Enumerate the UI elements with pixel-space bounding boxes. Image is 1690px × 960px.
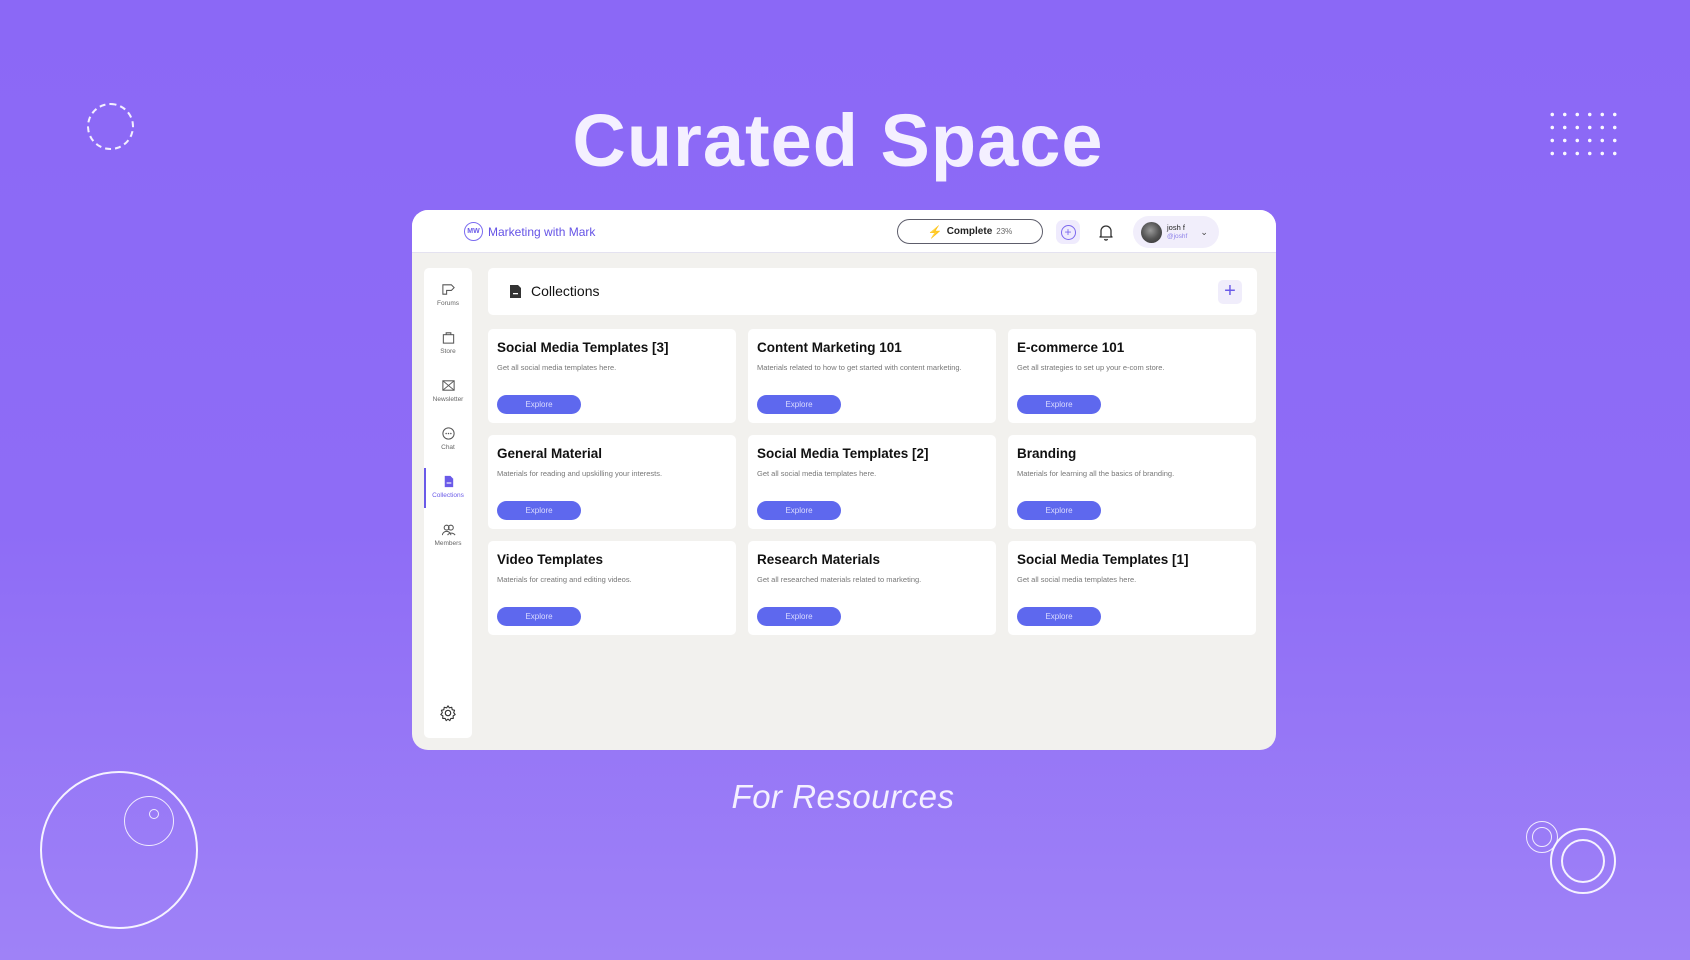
collections-grid: Social Media Templates [3] Get all socia… [488, 329, 1257, 635]
card-description: Materials for creating and editing video… [497, 575, 632, 584]
chat-bubble-icon [441, 427, 455, 440]
collections-icon [510, 285, 521, 298]
collection-card: Video Templates Materials for creating a… [488, 541, 736, 635]
sidebar-item-label: Chat [441, 444, 455, 451]
card-title: Social Media Templates [2] [757, 446, 929, 461]
card-title: Video Templates [497, 552, 604, 567]
card-description: Materials for learning all the basics of… [1017, 469, 1175, 478]
decorative-ring-small-inner [1532, 827, 1552, 847]
sidebar-item-label: Members [434, 540, 462, 547]
sidebar-item-members[interactable]: Members [424, 522, 472, 566]
completion-label: Complete [946, 226, 993, 237]
sidebar-item-newsletter[interactable]: Newsletter [424, 378, 472, 422]
megaphone-icon [441, 284, 455, 295]
explore-button[interactable]: Explore [757, 501, 841, 520]
top-bar: MW Marketing with Mark ⚡ Complete 23% + … [412, 210, 1276, 253]
plus-circle-icon: + [1060, 224, 1076, 240]
sidebar: Forums Store Newsletter Chat Collections… [424, 268, 472, 738]
collection-card: Branding Materials for learning all the … [1008, 435, 1256, 529]
sidebar-item-label: Store [440, 348, 456, 355]
explore-button[interactable]: Explore [757, 607, 841, 626]
brand-logo: MW [464, 222, 483, 241]
sidebar-item-label: Collections [432, 492, 464, 499]
card-title: Branding [1017, 446, 1077, 461]
card-title: General Material [497, 446, 603, 461]
add-collection-button[interactable]: + [1218, 280, 1242, 304]
explore-button[interactable]: Explore [497, 607, 581, 626]
completion-percent: 23% [996, 227, 1013, 236]
app-window: MW Marketing with Mark ⚡ Complete 23% + … [412, 210, 1276, 750]
collection-card: Research Materials Get all researched ma… [748, 541, 996, 635]
sidebar-item-forums[interactable]: Forums [424, 282, 472, 326]
brand[interactable]: MW Marketing with Mark [464, 222, 595, 241]
card-description: Get all strategies to set up your e-com … [1017, 363, 1165, 372]
explore-button[interactable]: Explore [1017, 395, 1101, 414]
sidebar-item-label: Newsletter [432, 396, 464, 403]
profile-completion-button[interactable]: ⚡ Complete 23% [897, 219, 1043, 244]
decorative-ring-large-inner [1561, 839, 1605, 883]
sidebar-item-label: Forums [436, 300, 460, 307]
collections-header: Collections + [488, 268, 1257, 315]
user-handle: @joshf [1167, 233, 1188, 240]
subtitle: For Resources [731, 778, 955, 815]
card-title: E-commerce 101 [1017, 340, 1125, 355]
document-icon [444, 475, 453, 488]
collection-card: Content Marketing 101 Materials related … [748, 329, 996, 423]
gear-icon[interactable] [439, 704, 457, 722]
user-name: josh f [1167, 223, 1185, 232]
sidebar-item-chat[interactable]: Chat [424, 426, 472, 470]
explore-button[interactable]: Explore [1017, 501, 1101, 520]
card-description: Materials related to how to get started … [757, 363, 962, 372]
sidebar-item-collections[interactable]: Collections [424, 468, 472, 518]
bolt-icon: ⚡ [927, 224, 943, 239]
page-title: Collections [531, 283, 600, 299]
explore-button[interactable]: Explore [757, 395, 841, 414]
collection-card: Social Media Templates [2] Get all socia… [748, 435, 996, 529]
collection-card: Social Media Templates [1] Get all socia… [1008, 541, 1256, 635]
card-title: Social Media Templates [1] [1017, 552, 1189, 567]
card-title: Content Marketing 101 [757, 340, 902, 355]
avatar [1141, 221, 1162, 243]
collection-card: Social Media Templates [3] Get all socia… [488, 329, 736, 423]
card-description: Get all researched materials related to … [757, 575, 922, 584]
sidebar-item-store[interactable]: Store [424, 330, 472, 374]
card-title: Research Materials [757, 552, 881, 567]
collection-card: E-commerce 101 Get all strategies to set… [1008, 329, 1256, 423]
card-description: Materials for reading and upskilling you… [497, 469, 663, 478]
bell-icon[interactable] [1096, 222, 1116, 242]
headline: Curated Space [572, 99, 1104, 182]
explore-button[interactable]: Explore [497, 501, 581, 520]
card-description: Get all social media templates here. [1017, 575, 1137, 584]
user-menu[interactable]: josh f @joshf ⌄ [1133, 216, 1219, 248]
card-description: Get all social media templates here. [497, 363, 617, 372]
card-description: Get all social media templates here. [757, 469, 877, 478]
explore-button[interactable]: Explore [1017, 607, 1101, 626]
brand-name: Marketing with Mark [488, 224, 596, 239]
shopping-bag-icon [442, 332, 454, 344]
mail-icon [441, 380, 455, 391]
chevron-down-icon: ⌄ [1200, 226, 1208, 237]
create-button[interactable]: + [1056, 220, 1080, 244]
explore-button[interactable]: Explore [497, 395, 581, 414]
collection-card: General Material Materials for reading a… [488, 435, 736, 529]
card-title: Social Media Templates [3] [497, 340, 669, 355]
users-icon [441, 524, 456, 536]
